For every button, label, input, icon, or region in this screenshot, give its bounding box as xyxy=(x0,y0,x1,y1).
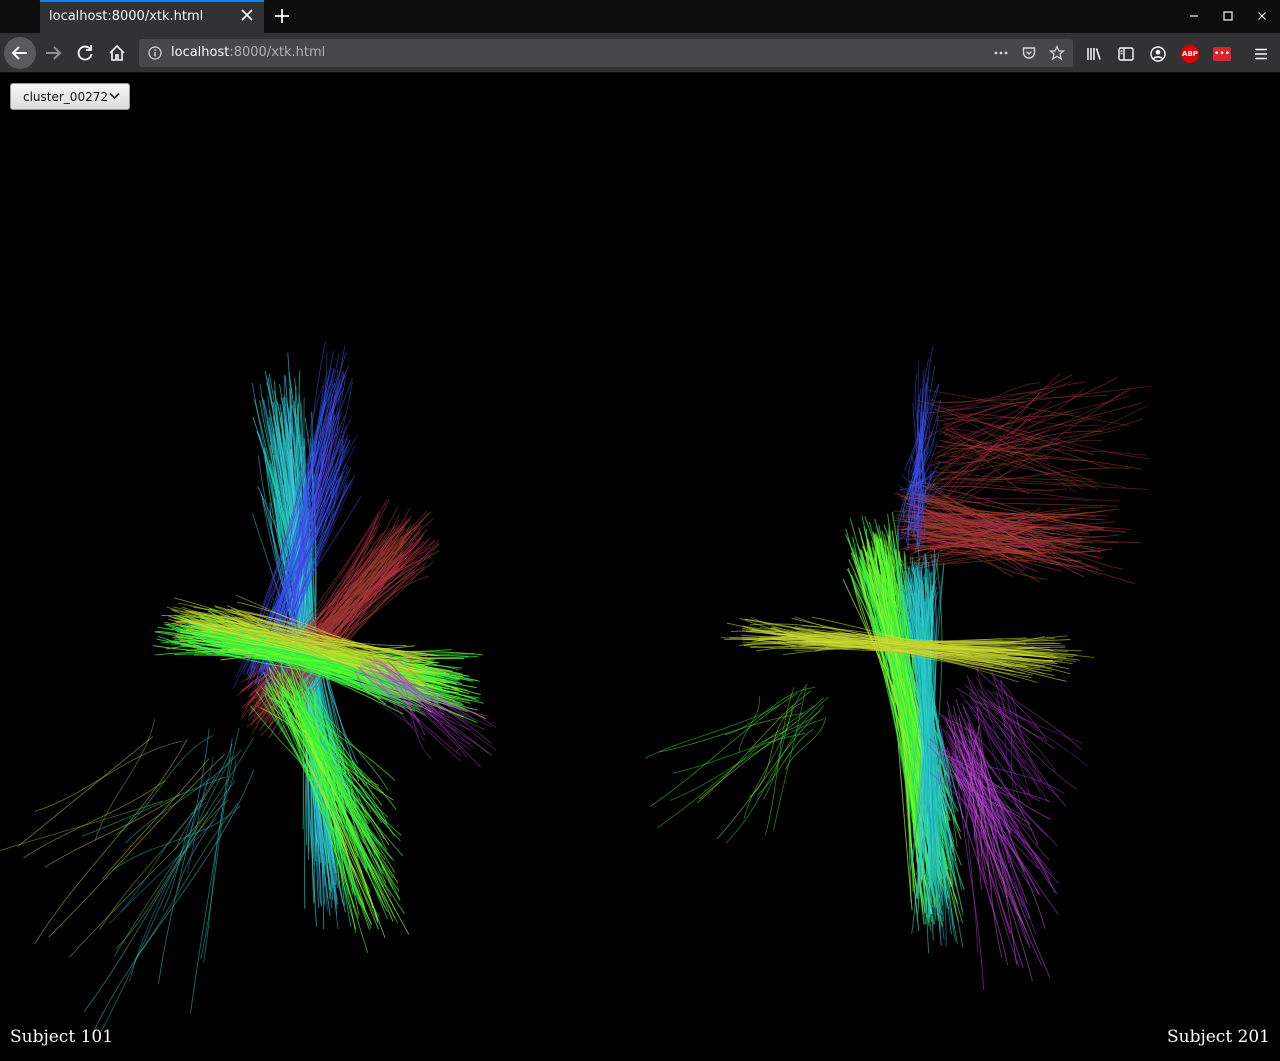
fiber-streamline xyxy=(757,728,814,796)
home-button[interactable] xyxy=(101,37,133,69)
subject-label-left: Subject 101 xyxy=(10,1027,114,1047)
fiber-streamline xyxy=(48,753,225,938)
fiber-bundle-left[interactable] xyxy=(0,73,640,1057)
extension-icon[interactable]: ••• xyxy=(1213,47,1231,61)
tab-title: localhost:8000/xtk.html xyxy=(49,9,204,24)
forward-arrow-icon xyxy=(46,46,62,60)
tab-strip: localhost:8000/xtk.html xyxy=(0,0,1280,33)
minimize-icon[interactable] xyxy=(1186,8,1202,24)
back-button[interactable] xyxy=(4,37,36,69)
page-actions-icon[interactable] xyxy=(993,45,1009,61)
fiber-streamline xyxy=(996,700,1088,767)
left-viewer[interactable] xyxy=(0,73,640,1057)
bookmark-star-icon[interactable] xyxy=(1049,45,1065,61)
fiber-streamline xyxy=(129,756,214,982)
subject-label-right: Subject 201 xyxy=(1166,1027,1270,1047)
url-text[interactable]: localhost:8000/xtk.html xyxy=(171,45,325,60)
account-icon[interactable] xyxy=(1149,45,1167,63)
fiber-streamline xyxy=(930,394,1108,404)
navigation-toolbar: localhost:8000/xtk.html ABP ••• xyxy=(0,33,1280,73)
right-viewer[interactable] xyxy=(640,73,1280,1057)
reload-button[interactable] xyxy=(69,37,101,69)
fiber-streamline xyxy=(69,811,209,958)
fiber-streamline xyxy=(177,760,237,891)
fiber-streamline xyxy=(81,776,227,837)
close-tab-icon[interactable] xyxy=(240,8,254,22)
page-content: cluster_00272 Subject 101 Subject 201 xyxy=(0,73,1280,1057)
home-icon xyxy=(109,44,125,61)
site-info-icon[interactable] xyxy=(147,45,163,61)
address-bar[interactable]: localhost:8000/xtk.html xyxy=(139,39,1073,67)
new-tab-icon[interactable] xyxy=(270,4,294,28)
fiber-streamline xyxy=(976,664,1025,817)
chevron-down-icon xyxy=(109,92,120,100)
menu-icon[interactable] xyxy=(1252,45,1270,63)
maximize-icon[interactable] xyxy=(1220,8,1236,24)
fiber-streamline xyxy=(94,719,156,841)
adblock-icon[interactable]: ABP xyxy=(1181,45,1199,63)
close-window-icon[interactable] xyxy=(1254,8,1270,24)
url-host: localhost xyxy=(171,45,230,60)
cluster-select[interactable]: cluster_00272 xyxy=(10,83,130,110)
sidebar-icon[interactable] xyxy=(1117,45,1135,63)
fiber-streamline xyxy=(114,734,214,836)
cluster-select-value: cluster_00272 xyxy=(23,90,108,104)
fiber-streamline xyxy=(657,705,816,829)
fiber-streamline xyxy=(17,736,154,847)
fiber-streamline xyxy=(101,758,210,880)
fiber-streamline xyxy=(649,692,798,807)
fiber-streamline xyxy=(23,780,166,859)
forward-button[interactable] xyxy=(37,37,69,69)
pocket-icon[interactable] xyxy=(1021,45,1037,61)
back-arrow-icon xyxy=(11,46,27,60)
reload-icon xyxy=(77,45,93,61)
fiber-streamline xyxy=(738,696,760,754)
tab-active[interactable]: localhost:8000/xtk.html xyxy=(40,0,264,33)
fiber-streamline xyxy=(133,803,238,961)
fiber-streamline xyxy=(200,727,240,960)
url-path: :8000/xtk.html xyxy=(229,45,326,60)
fiber-streamline xyxy=(190,738,233,1014)
fiber-bundle-right[interactable] xyxy=(640,73,1280,1057)
fiber-streamline xyxy=(34,740,183,812)
library-icon[interactable] xyxy=(1085,45,1103,63)
